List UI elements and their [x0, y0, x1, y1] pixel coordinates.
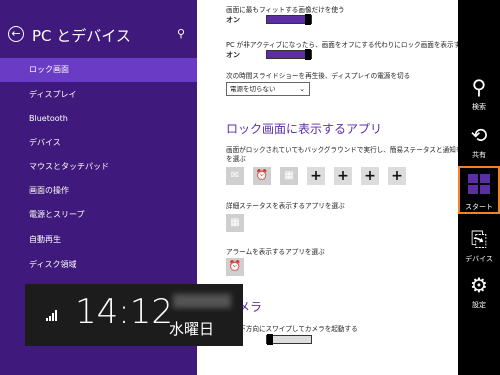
fit-image-toggle[interactable]	[266, 14, 312, 25]
add-app-button[interactable]: +	[307, 167, 325, 185]
clock-time: 14:12	[75, 292, 173, 332]
slideshow-duration-dropdown[interactable]: 電源を切らない ⌄	[226, 82, 310, 96]
dropdown-value: 電源を切らない	[230, 85, 276, 93]
lock-instead-off-toggle[interactable]	[266, 49, 312, 60]
nav-item-disk-space[interactable]: ディスク領域	[0, 253, 197, 277]
camera-swipe-toggle[interactable]	[266, 334, 312, 345]
detailed-status-app-icon[interactable]: ▦	[226, 214, 244, 232]
nav-item-devices[interactable]: デバイス	[0, 131, 197, 155]
add-app-button[interactable]: +	[361, 167, 379, 185]
nav-item-lock-screen[interactable]: ロック画面	[0, 58, 197, 82]
windows-logo-icon	[468, 174, 490, 194]
nav-item-corners-edges[interactable]: 画面の操作	[0, 179, 197, 203]
fit-image-state: オン	[226, 16, 240, 24]
nav-header: ← PC とデバイス ⚲	[8, 26, 193, 46]
gear-icon: ⚙	[470, 273, 488, 297]
charm-settings[interactable]: ⚙ 設定	[458, 268, 500, 316]
search-icon[interactable]: ⚲	[177, 27, 185, 40]
alarm-app-label: アラームを表示するアプリを選ぶ	[226, 248, 325, 256]
charm-search[interactable]: ⚲ 検索	[458, 70, 500, 118]
lock-instead-off-label: PC が非アクティブになったら、画面をオフにする代わりにロック画面を表示する	[226, 41, 458, 49]
nav-item-autoplay[interactable]: 自動再生	[0, 228, 197, 252]
nav-item-power-sleep[interactable]: 電源とスリープ	[0, 203, 197, 227]
charm-start[interactable]: スタート	[458, 166, 500, 214]
back-arrow-icon[interactable]: ←	[8, 26, 24, 42]
share-icon: ⟲	[470, 123, 488, 147]
network-signal-icon	[46, 310, 57, 321]
clock-weekday: 水曜日	[169, 320, 215, 338]
nav-item-mouse-touchpad[interactable]: マウスとタッチパッド	[0, 155, 197, 179]
search-icon: ⚲	[471, 75, 487, 99]
detailed-status-label: 詳細ステータスを表示するアプリを選ぶ	[226, 202, 345, 210]
nav-item-bluetooth[interactable]: Bluetooth	[0, 107, 197, 131]
clock-overlay: 14:12 水曜日	[25, 284, 243, 346]
mail-app-icon[interactable]: ✉	[226, 167, 244, 185]
nav-item-display[interactable]: ディスプレイ	[0, 83, 197, 107]
charm-share[interactable]: ⟲ 共有	[458, 118, 500, 166]
add-app-button[interactable]: +	[334, 167, 352, 185]
lock-screen-apps-heading: ロック画面に表示するアプリ	[226, 122, 383, 136]
lock-instead-off-state: オン	[226, 51, 240, 59]
slideshow-off-label: 次の時間スライドショーを再生後、ディスプレイの電源を切る	[226, 72, 411, 80]
fit-image-label: 画面に最もフィットする画像だけを使う	[226, 6, 345, 14]
alarm-app-select-icon[interactable]: ⏰	[226, 258, 244, 276]
devices-icon: ⎘	[471, 227, 487, 251]
calendar-app-icon[interactable]: ▦	[280, 167, 298, 185]
camera-swipe-label: 画面下方向にスワイプしてカメラを起動する	[226, 325, 358, 333]
alarm-app-icon[interactable]: ⏰	[253, 167, 271, 185]
apps-description-line2: を選ぶ	[226, 155, 246, 163]
add-app-button[interactable]: +	[388, 167, 406, 185]
charms-bar: ⚲ 検索 ⟲ 共有 スタート ⎘ デバイス ⚙ 設定	[458, 0, 500, 375]
blurred-date	[173, 294, 231, 308]
nav-title: PC とデバイス	[32, 27, 131, 45]
charm-devices[interactable]: ⎘ デバイス	[458, 222, 500, 270]
apps-description-line1: 画面がロックされていてもバックグラウンドで実行し、簡易ステータスと通知を表示する…	[226, 146, 458, 154]
chevron-down-icon: ⌄	[299, 85, 305, 93]
